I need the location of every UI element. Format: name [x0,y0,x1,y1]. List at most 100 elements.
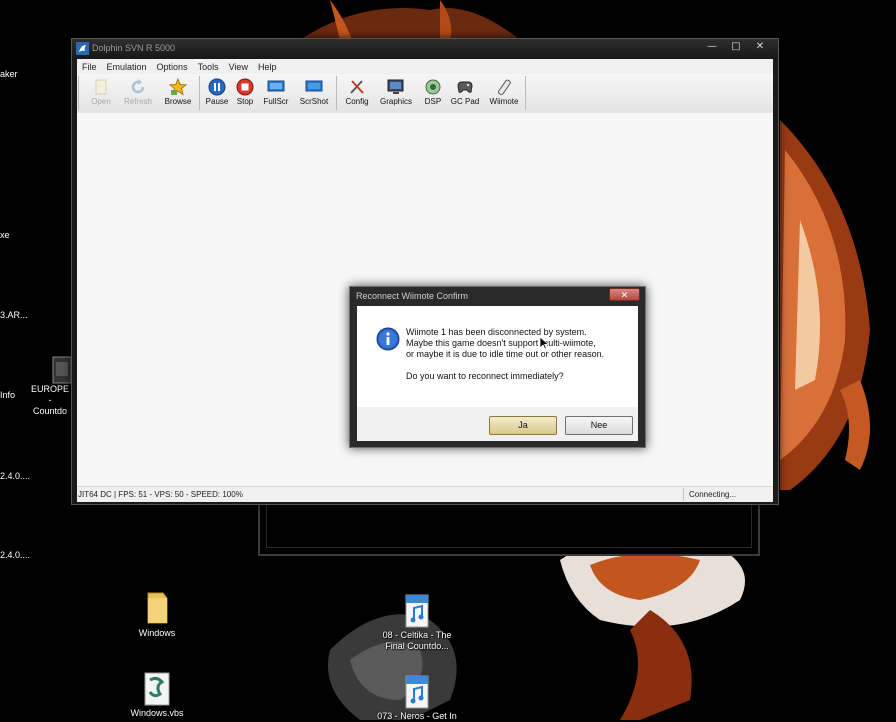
video-file-icon [52,356,72,384]
dialog-close-button[interactable]: ✕ [609,288,640,301]
dsp-label: DSP [424,97,442,106]
desktop-icon-label: Windows.vbs [130,708,184,718]
gcpad-button[interactable]: GC Pad [450,76,480,110]
pause-button[interactable]: Pause [203,76,231,110]
desktop-icon-windows-folder[interactable]: Windows [127,590,187,639]
wiimote-label: Wiimote [489,97,519,106]
pause-icon [208,78,226,96]
caption-buttons: — □ ✕ [700,40,772,54]
menu-help[interactable]: Help [253,62,282,72]
browse-button[interactable]: Browse [161,76,195,110]
desktop-label[interactable]: 2.4.0.... [0,471,30,481]
toolbar-separator [199,76,200,110]
graphics-label: Graphics [379,97,412,106]
dialog-message: Wiimote 1 has been disconnected by syste… [406,327,604,382]
desktop-icon-europe[interactable]: EUROPE - Countdo [30,356,72,417]
pause-label: Pause [205,97,229,106]
dialog-question: Do you want to reconnect immediately? [406,371,564,381]
stop-button[interactable]: Stop [232,76,258,110]
yes-button[interactable]: Ja [489,416,557,435]
dialog-title: Reconnect Wiimote Confirm [356,291,469,301]
dsp-button[interactable]: DSP [420,76,446,110]
folder-icon [147,592,168,624]
desktop-label[interactable]: Info [0,390,15,400]
fullscreen-icon [267,80,285,92]
no-button[interactable]: Nee [565,416,633,435]
desktop-icon-label: EUROPE - [30,384,69,405]
fullscreen-button[interactable]: FullScr [260,76,292,110]
message-line: Wiimote 1 has been disconnected by syste… [406,327,587,337]
background-window-client [266,500,752,548]
dialog-button-row: Ja Nee [357,407,638,441]
script-file-icon [144,672,170,706]
desktop-icon-celtika-mp3[interactable]: 08 - Celtika - The Final Countdo... [372,594,462,652]
message-spacer [406,360,604,371]
refresh-label: Refresh [123,97,152,106]
window-title: Dolphin SVN R 5000 [92,43,176,53]
toolbar: Open Refresh Browse Pause Stop FullScr S… [77,74,773,114]
desktop-icon-windows-vbs[interactable]: Windows.vbs [125,672,189,719]
screenshot-button[interactable]: ScrShot [296,76,332,110]
menu-view[interactable]: View [224,62,253,72]
open-label: Open [91,97,111,106]
info-icon [376,327,400,351]
config-label: Config [345,97,369,106]
screenshot-icon [305,80,323,92]
close-icon[interactable]: ✕ [748,40,772,54]
audio-icon [425,79,441,95]
stop-icon [236,78,254,96]
graphics-button[interactable]: Graphics [378,76,414,110]
desktop-icon-label: Final Countdo... [385,641,449,651]
desktop-label[interactable]: 3.AR... [0,310,28,320]
browse-label: Browse [164,97,192,106]
fullscreen-label: FullScr [263,97,289,106]
tools-icon [350,80,364,94]
menu-options[interactable]: Options [152,62,193,72]
status-bar: JIT64 DC | FPS: 51 - VPS: 50 - SPEED: 10… [77,486,773,502]
mp3-file-icon [405,675,429,709]
toolbar-separator [78,76,79,110]
toolbar-separator [525,76,526,110]
wiimote-icon [498,79,511,95]
config-button[interactable]: Config [342,76,372,110]
star-icon [169,78,187,96]
dialog-body: Wiimote 1 has been disconnected by syste… [357,306,638,407]
monitor-icon [387,79,404,94]
gamepad-icon [457,81,473,93]
desktop-label[interactable]: xe [0,230,10,240]
connection-status: Connecting... [689,490,737,499]
dolphin-app-icon [76,42,89,55]
maximize-icon[interactable]: □ [724,40,748,54]
desktop-icon-neros-mp3[interactable]: 073 - Neros - Get In [372,675,462,722]
message-line: Maybe this game doesn't support multi-wi… [406,338,596,348]
status-text: JIT64 DC | FPS: 51 - VPS: 50 - SPEED: 10… [78,490,243,499]
status-separator [683,488,684,501]
close-icon: ✕ [620,290,629,300]
screenshot-label: ScrShot [299,97,329,106]
desktop-icon-label: Countdo [32,406,68,416]
background-window[interactable] [258,500,760,556]
desktop-icon-label: 08 - Celtika - The [382,630,452,640]
stop-label: Stop [236,97,254,106]
desktop-label[interactable]: aker [0,69,18,79]
desktop-icon-label: 073 - Neros - Get In [377,711,457,721]
menu-tools[interactable]: Tools [193,62,224,72]
menu-file[interactable]: File [77,62,102,72]
open-button[interactable]: Open [86,76,116,110]
title-bar[interactable]: Dolphin SVN R 5000 — □ ✕ [72,39,778,59]
minimize-icon[interactable]: — [700,40,724,54]
mp3-file-icon [405,594,429,628]
menu-bar: File Emulation Options Tools View Help [77,59,773,74]
toolbar-separator [336,76,337,110]
desktop-icon-label: Windows [138,628,176,638]
desktop-label[interactable]: 2.4.0.... [0,550,30,560]
menu-emulation[interactable]: Emulation [102,62,152,72]
mouse-cursor-icon [540,337,549,350]
reconnect-dialog: Reconnect Wiimote Confirm ✕ Wiimote 1 ha… [349,286,646,448]
refresh-button[interactable]: Refresh [119,76,157,110]
gcpad-label: GC Pad [450,97,480,106]
message-line: or maybe it is due to idle time out or o… [406,349,605,359]
open-icon [95,79,107,95]
refresh-icon [131,79,145,94]
wiimote-button[interactable]: Wiimote [487,76,521,110]
